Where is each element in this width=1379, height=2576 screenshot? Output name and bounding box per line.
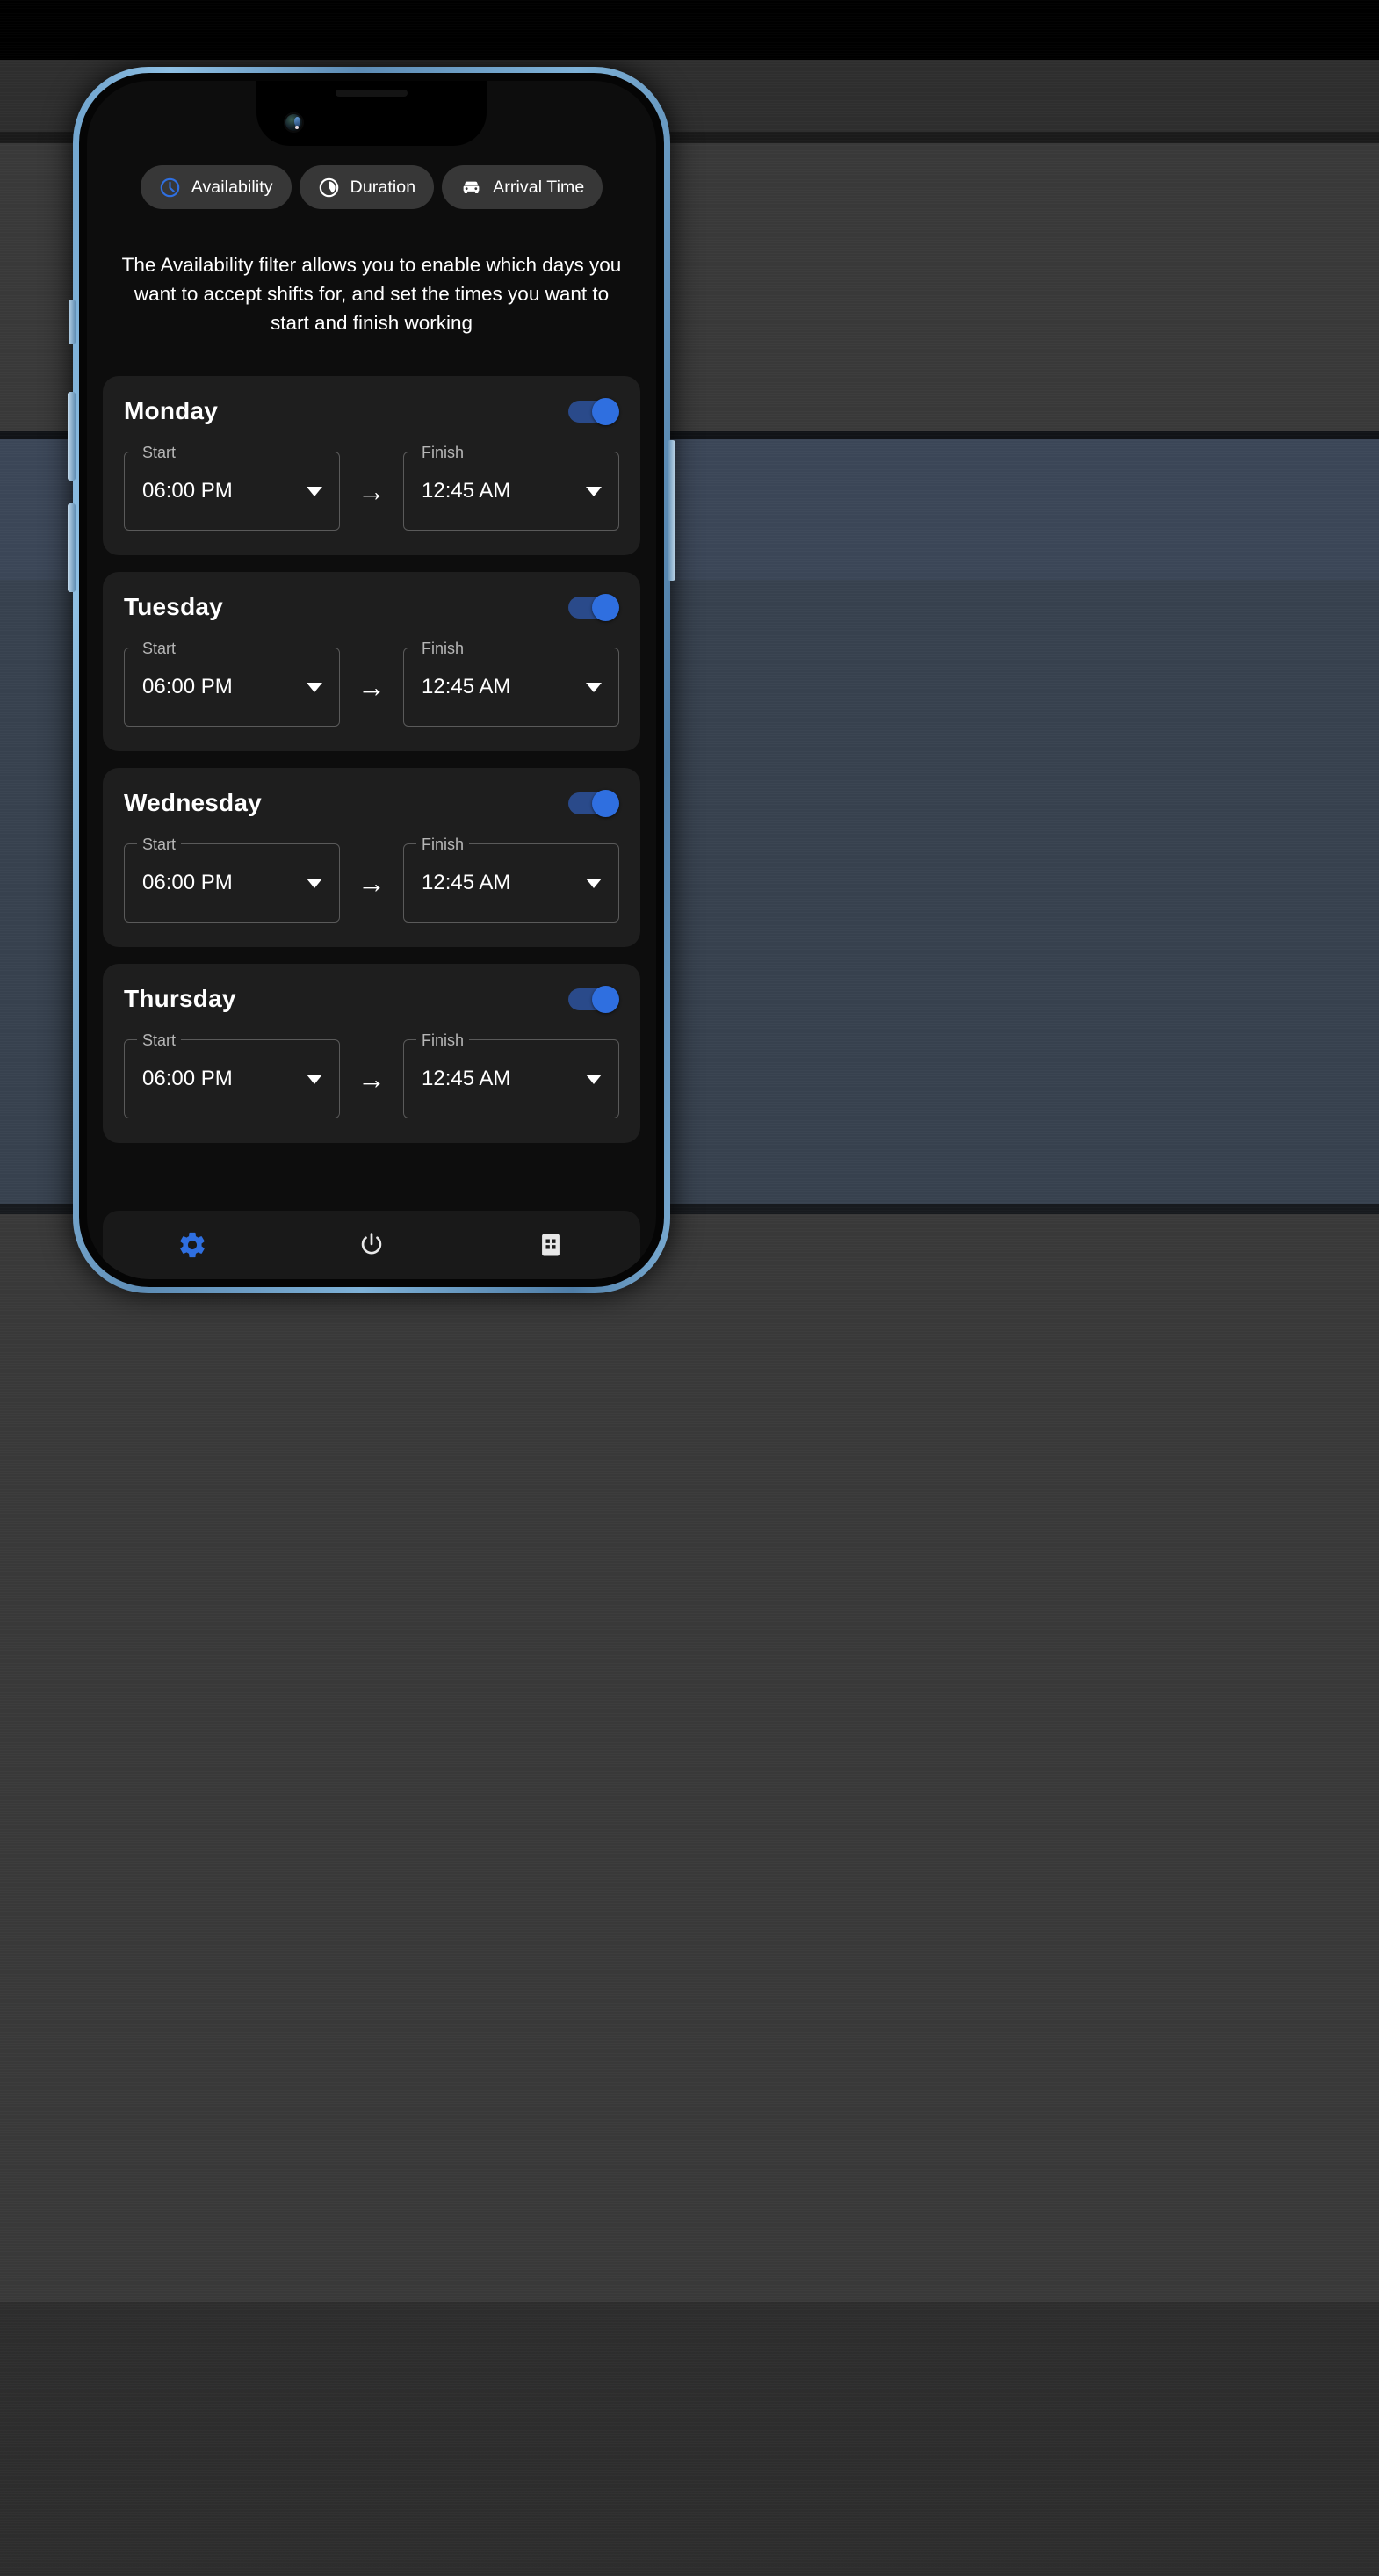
finish-label: Finish [416, 1031, 470, 1050]
power-side-button[interactable] [668, 440, 675, 581]
finish-label: Finish [416, 639, 470, 658]
finish-time-select[interactable]: Finish 12:45 AM [403, 835, 619, 923]
phone-bezel: Availability Duration Arrival Time The A… [79, 73, 664, 1287]
day-enabled-toggle[interactable] [568, 790, 619, 817]
volume-down-button[interactable] [68, 503, 76, 592]
car-icon [460, 177, 482, 199]
earpiece-speaker-icon [336, 90, 408, 97]
start-label: Start [137, 1031, 182, 1050]
range-arrow-icon: → [357, 475, 386, 507]
chevron-down-icon [307, 1074, 322, 1084]
day-name-label: Thursday [124, 985, 236, 1012]
pie-timer-icon [318, 177, 340, 199]
day-name-label: Tuesday [124, 593, 223, 620]
finish-time-select[interactable]: Finish 12:45 AM [403, 639, 619, 727]
day-card-thursday: Thursday Start 06:00 PM → Finish 12:45 A… [103, 964, 640, 1143]
time-range-row: Start 06:00 PM → Finish 12:45 AM [124, 443, 619, 531]
start-time-select[interactable]: Start 06:00 PM [124, 835, 340, 923]
power-icon [361, 1233, 382, 1255]
filter-chip-availability[interactable]: Availability [140, 165, 292, 209]
nav-item-power[interactable] [282, 1230, 461, 1260]
start-time-select[interactable]: Start 06:00 PM [124, 1031, 340, 1118]
start-time-value: 06:00 PM [142, 479, 233, 503]
start-label: Start [137, 835, 182, 854]
finish-label: Finish [416, 835, 470, 854]
finish-time-value: 12:45 AM [422, 479, 511, 503]
finish-time-select[interactable]: Finish 12:45 AM [403, 1031, 619, 1118]
day-name-label: Wednesday [124, 789, 262, 816]
filter-chip-arrival-time[interactable]: Arrival Time [442, 165, 603, 209]
chevron-down-icon [307, 682, 322, 692]
nav-item-apps[interactable] [461, 1230, 640, 1260]
time-range-row: Start 06:00 PM → Finish 12:45 AM [124, 639, 619, 727]
filter-chip-label: Duration [350, 177, 416, 197]
phone-screen: Availability Duration Arrival Time The A… [87, 81, 656, 1279]
device-notch [256, 81, 487, 146]
finish-time-select[interactable]: Finish 12:45 AM [403, 443, 619, 531]
filter-chip-label: Availability [191, 177, 273, 197]
nav-item-settings[interactable] [103, 1230, 282, 1260]
day-card-header: Wednesday [124, 789, 619, 817]
start-label: Start [137, 443, 182, 462]
range-arrow-icon: → [357, 671, 386, 703]
toggle-thumb [592, 594, 619, 621]
day-name-label: Monday [124, 397, 218, 424]
finish-time-value: 12:45 AM [422, 1067, 511, 1090]
start-time-value: 06:00 PM [142, 675, 233, 698]
day-card-tuesday: Tuesday Start 06:00 PM → Finish 12:45 AM [103, 572, 640, 751]
filter-description-text: The Availability filter allows you to en… [121, 254, 622, 334]
start-time-value: 06:00 PM [142, 871, 233, 894]
start-label: Start [137, 639, 182, 658]
day-card-list: Monday Start 06:00 PM → Finish 12:45 AM … [103, 376, 640, 1143]
phone-device-frame: Availability Duration Arrival Time The A… [68, 67, 675, 1293]
day-enabled-toggle[interactable] [568, 594, 619, 621]
apps-grid-icon [542, 1234, 560, 1256]
filter-chip-row: Availability Duration Arrival Time [103, 165, 640, 209]
bottom-navigation-bar [103, 1211, 640, 1279]
app-content: Availability Duration Arrival Time The A… [87, 81, 656, 1279]
toggle-thumb [592, 790, 619, 817]
chevron-down-icon [307, 878, 322, 888]
gear-icon [180, 1232, 205, 1258]
finish-label: Finish [416, 443, 470, 462]
mute-switch-button[interactable] [69, 300, 76, 344]
range-arrow-icon: → [357, 867, 386, 899]
chevron-down-icon [586, 682, 602, 692]
chevron-down-icon [586, 486, 602, 496]
filter-chip-label: Arrival Time [493, 177, 585, 197]
finish-time-value: 12:45 AM [422, 675, 511, 698]
front-camera-icon [284, 112, 304, 133]
filter-chip-duration[interactable]: Duration [299, 165, 435, 209]
toggle-thumb [592, 986, 619, 1013]
day-card-monday: Monday Start 06:00 PM → Finish 12:45 AM [103, 376, 640, 555]
finish-time-value: 12:45 AM [422, 871, 511, 894]
start-time-select[interactable]: Start 06:00 PM [124, 639, 340, 727]
chevron-down-icon [586, 878, 602, 888]
toggle-thumb [592, 398, 619, 425]
chevron-down-icon [586, 1074, 602, 1084]
day-card-header: Monday [124, 397, 619, 425]
time-range-row: Start 06:00 PM → Finish 12:45 AM [124, 1031, 619, 1118]
day-card-wednesday: Wednesday Start 06:00 PM → Finish 12:45 … [103, 768, 640, 947]
time-range-row: Start 06:00 PM → Finish 12:45 AM [124, 835, 619, 923]
clock-icon [159, 177, 181, 199]
start-time-select[interactable]: Start 06:00 PM [124, 443, 340, 531]
start-time-value: 06:00 PM [142, 1067, 233, 1090]
day-card-header: Tuesday [124, 593, 619, 621]
day-enabled-toggle[interactable] [568, 398, 619, 425]
range-arrow-icon: → [357, 1063, 386, 1095]
chevron-down-icon [307, 486, 322, 496]
day-card-header: Thursday [124, 985, 619, 1013]
volume-up-button[interactable] [68, 392, 76, 481]
day-enabled-toggle[interactable] [568, 986, 619, 1013]
